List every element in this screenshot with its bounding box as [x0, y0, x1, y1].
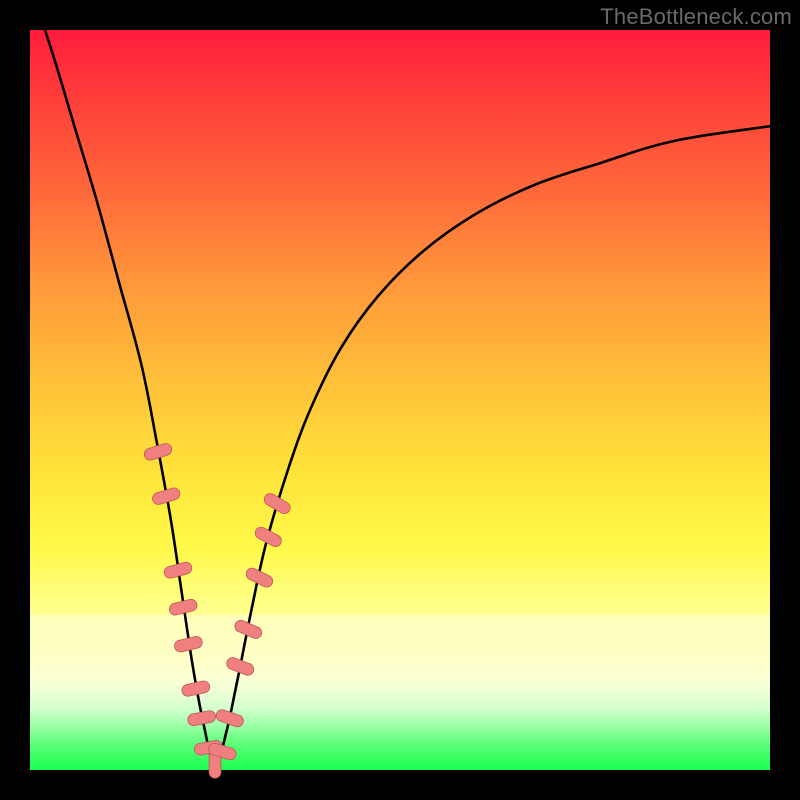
curve-markers — [143, 442, 293, 778]
bottleneck-curve — [30, 0, 770, 766]
curve-marker — [181, 680, 211, 697]
curve-marker — [187, 710, 217, 727]
curve-marker — [168, 598, 198, 616]
bottleneck-chart — [30, 30, 770, 770]
plot-area — [30, 30, 770, 770]
curve-marker — [253, 525, 283, 549]
curve-marker — [173, 635, 203, 653]
curve-marker — [225, 656, 255, 677]
curve-marker — [262, 491, 292, 515]
watermark-text: TheBottleneck.com — [600, 4, 792, 30]
outer-frame: TheBottleneck.com — [0, 0, 800, 800]
